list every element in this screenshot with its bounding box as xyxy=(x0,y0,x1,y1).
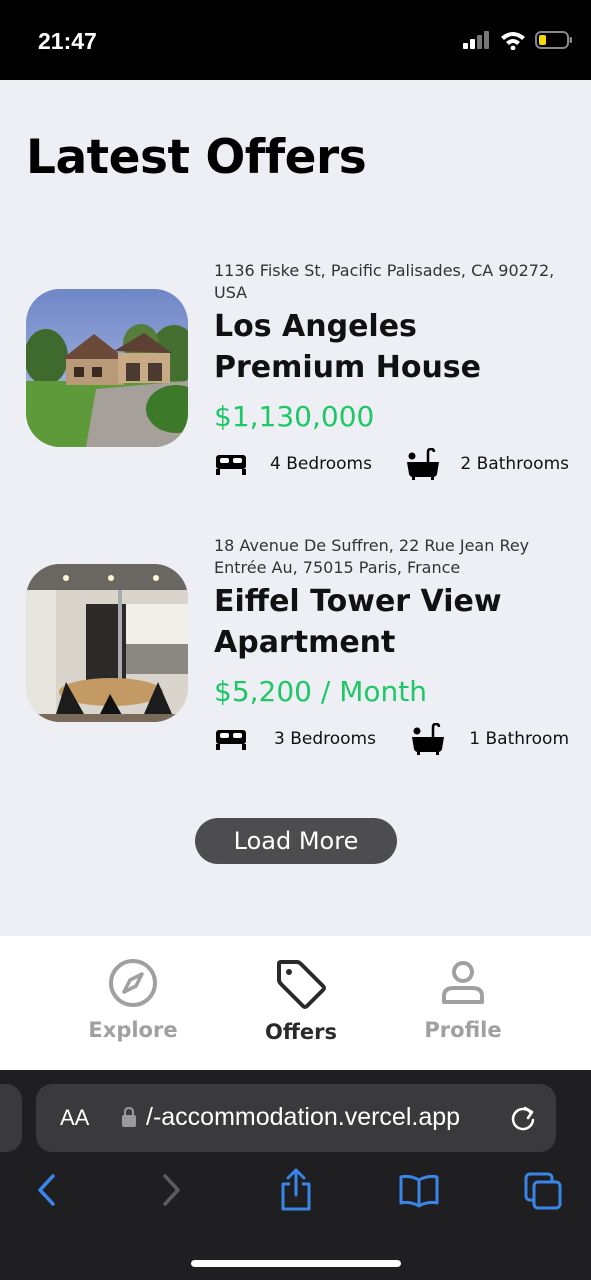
user-icon xyxy=(442,961,484,1004)
bed-icon xyxy=(214,726,248,752)
reader-options-button[interactable]: AA xyxy=(60,1105,89,1131)
bedrooms-label: 4 Bedrooms xyxy=(270,454,372,474)
reload-icon[interactable] xyxy=(510,1104,536,1132)
back-icon[interactable] xyxy=(34,1172,58,1208)
url-text[interactable]: /-accommodation.vercel.app xyxy=(146,1103,460,1132)
tab-label: Profile xyxy=(424,1018,502,1042)
share-icon[interactable] xyxy=(279,1168,313,1212)
tab-label: Offers xyxy=(265,1020,337,1044)
status-bar: 21:47 xyxy=(0,0,591,80)
lock-icon xyxy=(122,1106,136,1127)
compass-icon xyxy=(109,959,157,1007)
tab-profile[interactable]: Profile xyxy=(393,958,533,1042)
tab-label: Explore xyxy=(88,1018,178,1042)
wifi-icon xyxy=(501,32,525,50)
bathrooms-label: 2 Bathrooms xyxy=(460,454,569,474)
home-indicator xyxy=(191,1260,401,1267)
tabs-icon[interactable] xyxy=(524,1172,564,1212)
house-photo[interactable] xyxy=(26,289,188,447)
bathrooms-feature: 1 Bathroom xyxy=(411,723,569,755)
apartment-photo[interactable] xyxy=(26,564,188,722)
status-icons xyxy=(463,30,573,50)
forward-icon[interactable] xyxy=(160,1172,184,1208)
page-title: Latest Offers xyxy=(26,130,367,185)
load-more-button[interactable]: Load More xyxy=(195,818,397,864)
bathtub-icon xyxy=(411,723,445,755)
browser-toolbar: AA /-accommodation.vercel.app xyxy=(0,1070,591,1280)
offer-price: $1,130,000 xyxy=(214,400,375,433)
offer-price: $5,200 / Month xyxy=(214,675,427,708)
bed-icon xyxy=(214,451,248,477)
status-time: 21:47 xyxy=(38,28,97,54)
tab-bar: Explore Offers Profile xyxy=(0,936,591,1070)
tab-explore[interactable]: Explore xyxy=(63,958,203,1042)
address-bar[interactable]: AA /-accommodation.vercel.app xyxy=(36,1084,556,1152)
offer-name[interactable]: Eiffel Tower View Apartment xyxy=(214,581,574,663)
offer-features: 3 Bedrooms 1 Bathroom xyxy=(214,721,569,757)
battery-icon xyxy=(535,31,572,49)
offer-address: 18 Avenue De Suffren, 22 Rue Jean Rey En… xyxy=(214,536,530,577)
tag-icon xyxy=(277,960,326,1009)
previous-tab-pill[interactable] xyxy=(0,1084,22,1152)
bathtub-icon xyxy=(406,448,440,480)
signal-icon xyxy=(463,31,489,49)
bookmarks-icon[interactable] xyxy=(398,1174,440,1208)
bedrooms-label: 3 Bedrooms xyxy=(274,729,376,749)
offer-name[interactable]: Los Angeles Premium House xyxy=(214,306,574,388)
bathrooms-feature: 2 Bathrooms xyxy=(406,448,569,480)
offer-address: 1136 Fiske St, Pacific Palisades, CA 902… xyxy=(214,261,555,302)
tab-offers[interactable]: Offers xyxy=(231,958,371,1044)
bedrooms-feature: 4 Bedrooms xyxy=(214,451,372,477)
bedrooms-feature: 3 Bedrooms xyxy=(214,726,376,752)
bathrooms-label: 1 Bathroom xyxy=(469,729,569,749)
offer-features: 4 Bedrooms 2 Bathrooms xyxy=(214,446,569,482)
